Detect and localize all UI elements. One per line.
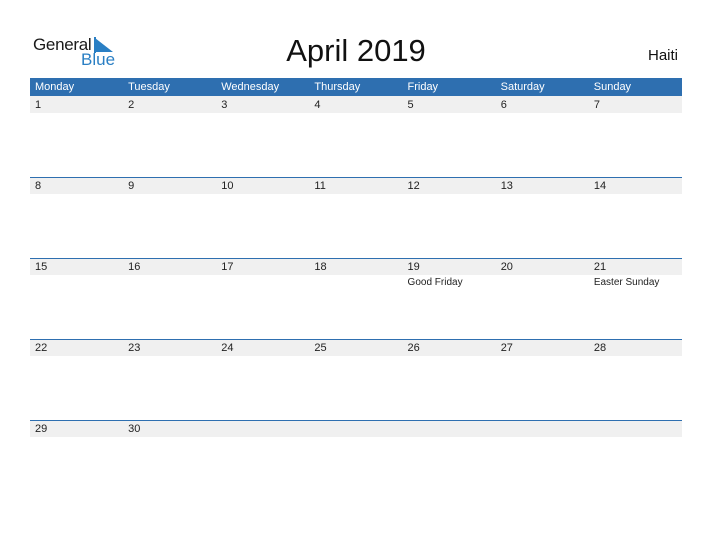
day-cell: 27 (496, 339, 589, 420)
day-number: 25 (314, 342, 327, 354)
day-cell: 14 (589, 177, 682, 258)
day-number: 15 (35, 261, 48, 273)
day-cell: 6 (496, 96, 589, 177)
day-number: 20 (500, 261, 513, 273)
day-number: 24 (221, 342, 234, 354)
day-cell: 12 (403, 177, 496, 258)
day-number: 28 (593, 342, 607, 354)
country-label: Haiti (647, 47, 678, 64)
day-number: 8 (35, 180, 42, 192)
day-cell: 21 Easter Sunday (589, 258, 682, 339)
day-cell: 7 (589, 96, 682, 177)
day-cell: 28 (589, 339, 682, 420)
day-cell: 17 (216, 258, 309, 339)
day-number: 21 (593, 261, 607, 273)
day-number: 30 (128, 423, 141, 435)
day-number: 7 (593, 99, 600, 111)
day-cell: 11 (309, 177, 402, 258)
day-cell: 18 (309, 258, 402, 339)
day-cell: 29 (30, 420, 123, 501)
weekday-header: Monday Tuesday Wednesday Thursday Friday… (30, 78, 682, 96)
day-cell: 9 (123, 177, 216, 258)
day-cell: 25 (309, 339, 402, 420)
day-number: 9 (128, 180, 135, 192)
day-cell: 22 (30, 339, 123, 420)
day-number: 17 (221, 261, 234, 273)
day-number: 16 (128, 261, 141, 273)
weekday-tuesday: Tuesday (128, 81, 170, 93)
calendar-title: April 2019 (286, 33, 426, 68)
day-cell (403, 420, 496, 501)
day-number: 29 (35, 423, 48, 435)
day-cell: 24 (216, 339, 309, 420)
day-number: 19 (407, 261, 420, 273)
day-cell: 13 (496, 177, 589, 258)
holiday-label: Easter Sunday (593, 277, 660, 288)
day-cell: 20 (496, 258, 589, 339)
weekday-saturday: Saturday (500, 81, 545, 93)
day-cell (496, 420, 589, 501)
day-number: 4 (314, 99, 321, 111)
day-cell: 19 Good Friday (403, 258, 496, 339)
weekday-monday: Monday (35, 81, 75, 93)
week-row: 1 2 3 4 5 6 7 (30, 96, 682, 177)
weekday-thursday: Thursday (314, 81, 361, 93)
day-number: 5 (407, 99, 414, 111)
day-cell: 4 (309, 96, 402, 177)
day-number: 2 (128, 99, 135, 111)
week-row: 15 16 17 18 19 Good Friday 20 21 Easter Sunday (30, 258, 682, 339)
day-cell: 3 (216, 96, 309, 177)
day-number: 22 (35, 342, 48, 354)
day-cell (309, 420, 402, 501)
day-cell (216, 420, 309, 501)
weekday-wednesday: Wednesday (221, 81, 280, 93)
holiday-label: Good Friday (407, 277, 463, 288)
day-number: 1 (35, 99, 42, 111)
day-cell: 8 (30, 177, 123, 258)
day-number: 14 (593, 180, 607, 192)
day-number: 23 (128, 342, 141, 354)
weekday-friday: Friday (407, 81, 439, 93)
day-cell: 1 (30, 96, 123, 177)
day-number: 13 (500, 180, 513, 192)
week-row: 22 23 24 25 26 27 28 (30, 339, 682, 420)
week-row: 8 9 10 11 12 13 14 (30, 177, 682, 258)
day-cell: 26 (403, 339, 496, 420)
day-number: 11 (314, 180, 326, 192)
day-number: 26 (407, 342, 420, 354)
day-cell: 10 (216, 177, 309, 258)
day-number: 6 (500, 99, 507, 111)
day-cell: 30 (123, 420, 216, 501)
day-cell (589, 420, 682, 501)
day-number: 3 (221, 99, 228, 111)
day-number: 27 (500, 342, 513, 354)
day-cell: 15 (30, 258, 123, 339)
weekday-sunday: Sunday (593, 81, 632, 93)
week-row: 29 30 (30, 420, 682, 501)
day-number: 10 (221, 180, 234, 192)
day-number: 18 (314, 261, 327, 273)
day-cell: 23 (123, 339, 216, 420)
day-number: 12 (407, 180, 420, 192)
day-cell: 2 (123, 96, 216, 177)
day-cell: 16 (123, 258, 216, 339)
day-cell: 5 (403, 96, 496, 177)
